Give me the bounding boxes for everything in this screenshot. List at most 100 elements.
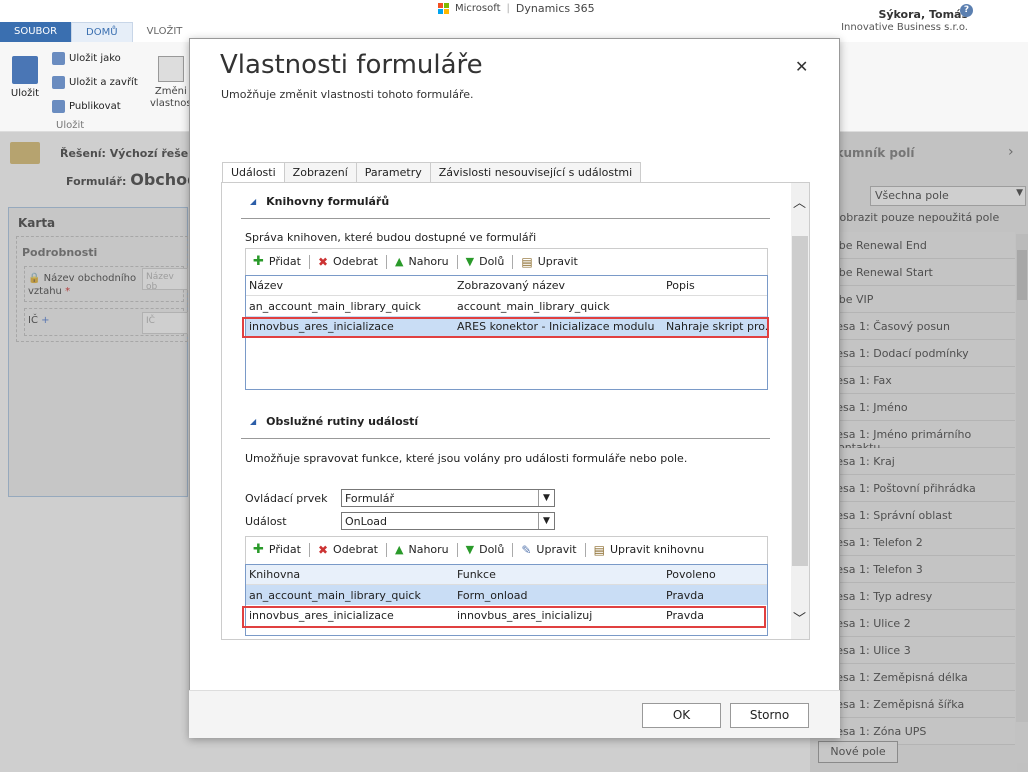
publish-button[interactable]: Publikovat bbox=[52, 100, 121, 113]
edit-handler-button[interactable]: ✎ Upravit bbox=[513, 543, 584, 557]
save-button[interactable]: Uložit bbox=[10, 56, 40, 99]
edit-library-label: Upravit knihovnu bbox=[609, 543, 705, 556]
handler-function-cell: Form_onload bbox=[457, 588, 528, 602]
table-row[interactable]: an_account_main_library_quick account_ma… bbox=[246, 296, 767, 316]
column-header[interactable]: Zobrazovaný název bbox=[454, 279, 663, 292]
edit-icon: ▤ bbox=[521, 254, 533, 269]
move-down-handler-button[interactable]: ▼ Dolů bbox=[458, 543, 513, 556]
library-name-cell: an_account_main_library_quick bbox=[249, 299, 421, 313]
remove-icon: ✖ bbox=[317, 254, 329, 269]
column-header[interactable]: Popis bbox=[663, 279, 767, 292]
change-properties-button[interactable]: Změni vlastnos bbox=[150, 56, 192, 110]
tab-zobrazeni[interactable]: Zobrazení bbox=[283, 162, 357, 183]
column-header[interactable]: Knihovna bbox=[246, 568, 454, 581]
change-label-1: Změni bbox=[154, 86, 187, 97]
plus-icon: ✚ bbox=[253, 254, 264, 269]
tab-soubor[interactable]: SOUBOR bbox=[0, 22, 72, 42]
move-down-library-button[interactable]: ▼ Dolů bbox=[458, 255, 513, 268]
event-label: Událost bbox=[245, 514, 287, 528]
control-value: Formulář bbox=[345, 491, 395, 505]
edit-library-handler-button[interactable]: ▤ Upravit knihovnu bbox=[586, 543, 713, 557]
libraries-section-header[interactable]: ◢ Knihovny formulářů bbox=[250, 195, 389, 208]
highlight-box bbox=[242, 606, 766, 628]
save-as-button[interactable]: Uložit jako bbox=[52, 52, 121, 65]
floppy-disk-icon bbox=[12, 56, 38, 84]
event-select[interactable]: OnLoad ▼ bbox=[341, 512, 555, 530]
remove-icon: ✖ bbox=[317, 542, 329, 557]
column-header[interactable]: Povoleno bbox=[663, 568, 767, 581]
chevron-down-icon: ▼ bbox=[538, 490, 554, 506]
cancel-button[interactable]: Storno bbox=[730, 703, 809, 728]
chevron-down-icon: ▼ bbox=[538, 513, 554, 529]
handlers-heading: Obslužné rutiny událostí bbox=[266, 415, 419, 428]
dialog-tabs: Události Zobrazení Parametry Závislosti … bbox=[222, 162, 642, 183]
control-row: Ovládací prvek Formulář ▼ bbox=[245, 489, 555, 507]
scroll-up-icon[interactable]: ︿ bbox=[793, 192, 806, 211]
libraries-toolbar: ✚ Přidat ✖ Odebrat ▲ Nahoru ▼ Dolů ▤ Upravit bbox=[245, 254, 586, 269]
tab-vlozit[interactable]: VLOŽIT bbox=[132, 22, 197, 42]
save-close-icon bbox=[52, 76, 65, 89]
handlers-grid-header: Knihovna Funkce Povoleno bbox=[246, 565, 767, 585]
remove-label: Odebrat bbox=[333, 543, 378, 556]
remove-label: Odebrat bbox=[333, 255, 378, 268]
edit-library-button[interactable]: ▤ Upravit bbox=[513, 255, 586, 269]
arrow-down-icon: ▼ bbox=[465, 255, 475, 268]
save-close-label: Uložit a zavřít bbox=[69, 77, 138, 88]
add-handler-button[interactable]: ✚ Přidat bbox=[245, 542, 309, 557]
control-select[interactable]: Formulář ▼ bbox=[341, 489, 555, 507]
down-label: Dolů bbox=[479, 543, 505, 556]
brand-product: Dynamics 365 bbox=[515, 2, 595, 15]
ok-button[interactable]: OK bbox=[642, 703, 721, 728]
scroll-down-icon[interactable]: ﹀ bbox=[793, 608, 806, 627]
remove-library-button[interactable]: ✖ Odebrat bbox=[310, 255, 386, 269]
column-header[interactable]: Funkce bbox=[454, 568, 663, 581]
properties-icon bbox=[157, 56, 184, 82]
user-info[interactable]: Sýkora, Tomáš Innovative Business s.r.o. bbox=[841, 8, 968, 34]
plus-icon: ✚ bbox=[253, 542, 264, 557]
move-up-library-button[interactable]: ▲ Nahoru bbox=[387, 255, 457, 268]
libraries-description: Správa knihoven, které budou dostupné ve… bbox=[245, 231, 537, 244]
handlers-section-header[interactable]: ◢ Obslužné rutiny událostí bbox=[250, 415, 418, 428]
event-row: Událost OnLoad ▼ bbox=[245, 512, 555, 530]
ribbon-group-label: Uložit bbox=[56, 120, 85, 131]
user-name: Sýkora, Tomáš bbox=[878, 8, 968, 21]
tab-domu[interactable]: DOMŮ bbox=[71, 22, 133, 42]
user-org: Innovative Business s.r.o. bbox=[841, 22, 968, 33]
edit-label: Upravit bbox=[537, 255, 578, 268]
move-up-handler-button[interactable]: ▲ Nahoru bbox=[387, 543, 457, 556]
publish-label: Publikovat bbox=[69, 101, 121, 112]
help-icon[interactable]: ? bbox=[960, 4, 973, 17]
divider bbox=[241, 438, 770, 439]
libraries-heading: Knihovny formulářů bbox=[266, 195, 390, 208]
change-label-2: vlastnos bbox=[150, 98, 192, 109]
tab-parametry[interactable]: Parametry bbox=[355, 162, 431, 183]
handlers-description: Umožňuje spravovat funkce, které jsou vo… bbox=[245, 452, 688, 465]
control-label: Ovládací prvek bbox=[245, 491, 328, 505]
up-label: Nahoru bbox=[408, 543, 449, 556]
add-label: Přidat bbox=[268, 255, 301, 268]
library-display-cell: account_main_library_quick bbox=[457, 299, 610, 313]
dialog-scroll-thumb[interactable] bbox=[792, 236, 808, 566]
remove-handler-button[interactable]: ✖ Odebrat bbox=[310, 543, 386, 557]
close-icon[interactable]: ✕ bbox=[795, 57, 808, 76]
dialog-subtitle: Umožňuje změnit vlastnosti tohoto formul… bbox=[221, 88, 474, 101]
column-header[interactable]: Název bbox=[246, 279, 454, 292]
handler-enabled-cell: Pravda bbox=[666, 588, 704, 602]
handlers-toolbar: ✚ Přidat ✖ Odebrat ▲ Nahoru ▼ Dolů ✎ Upravit … bbox=[245, 542, 712, 557]
handler-library-cell: an_account_main_library_quick bbox=[249, 588, 421, 602]
arrow-up-icon: ▲ bbox=[395, 255, 404, 268]
edit-label: Upravit bbox=[536, 543, 577, 556]
libraries-grid-header: Název Zobrazovaný název Popis bbox=[246, 276, 767, 296]
save-as-label: Uložit jako bbox=[69, 53, 121, 64]
save-as-icon bbox=[52, 52, 65, 65]
add-library-button[interactable]: ✚ Přidat bbox=[245, 254, 309, 269]
edit-pencil-icon: ✎ bbox=[521, 542, 532, 557]
highlight-box bbox=[242, 317, 769, 338]
tab-zavislosti[interactable]: Závislosti nesouvisející s událostmi bbox=[429, 162, 642, 183]
save-close-button[interactable]: Uložit a zavřít bbox=[52, 76, 138, 89]
microsoft-logo-icon bbox=[438, 3, 449, 14]
tab-udalosti[interactable]: Události bbox=[222, 162, 285, 183]
arrow-down-icon: ▼ bbox=[465, 543, 475, 556]
event-value: OnLoad bbox=[345, 514, 388, 528]
table-row[interactable]: an_account_main_library_quick Form_onloa… bbox=[246, 585, 767, 605]
